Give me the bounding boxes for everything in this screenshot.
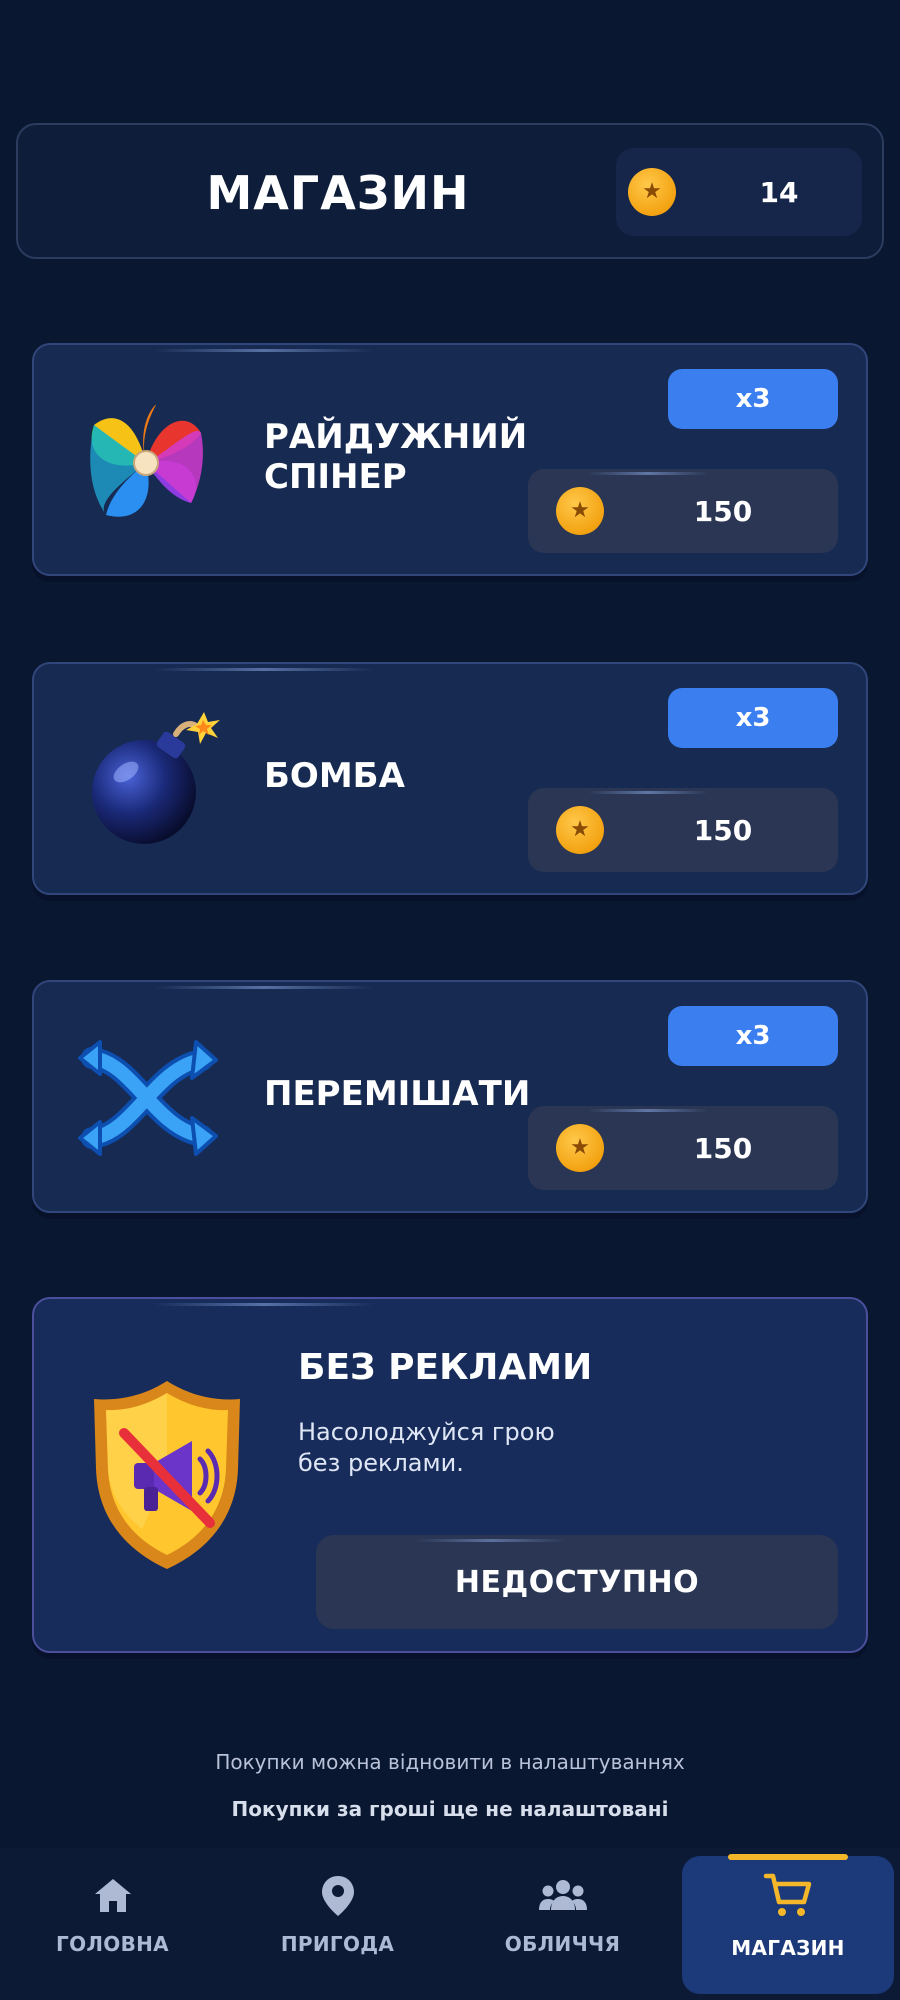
quantity-badge: x3 <box>668 688 838 748</box>
item-name: БОМБА <box>264 756 405 796</box>
coin-icon: ★ <box>556 487 604 535</box>
buy-button[interactable]: ★ 150 <box>528 469 838 553</box>
buy-button[interactable]: ★ 150 <box>528 1106 838 1190</box>
item-name: РАЙДУЖНИЙ СПІНЕР <box>264 417 528 497</box>
shop-item-shuffle: ПЕРЕМІШАТИ x3 ★ 150 <box>32 980 868 1213</box>
coin-icon: ★ <box>628 168 676 216</box>
coin-count: 14 <box>759 175 799 209</box>
quantity-badge: x3 <box>668 369 838 429</box>
home-icon <box>94 1879 131 1912</box>
buy-button[interactable]: ★ 150 <box>528 788 838 872</box>
item-name: ПЕРЕМІШАТИ <box>264 1074 531 1114</box>
restore-purchases-note: Покупки можна відновити в налаштуваннях <box>215 1750 685 1774</box>
unavailable-button[interactable]: НЕДОСТУПНО <box>316 1535 838 1629</box>
people-icon <box>538 1880 587 1910</box>
nav-item-faces[interactable]: ОБЛИЧЧЯ <box>450 1848 675 2000</box>
coin-icon: ★ <box>556 806 604 854</box>
page-title: МАГАЗИН <box>206 166 470 220</box>
active-tab-indicator <box>728 1854 848 1860</box>
shop-item-rainbow-spinner: РАЙДУЖНИЙ СПІНЕР x3 ★ 150 <box>32 343 868 576</box>
shop-header: МАГАЗИН ★ 14 <box>16 123 884 259</box>
nav-label: ГОЛОВНА <box>56 1932 169 1956</box>
purchases-not-configured-note: Покупки за гроші ще не налаштовані <box>231 1797 669 1821</box>
nav-item-shop[interactable]: МАГАЗИН <box>682 1856 894 1994</box>
nav-item-adventure[interactable]: ПРИГОДА <box>225 1848 450 2000</box>
coin-balance: ★ 14 <box>616 148 862 236</box>
nav-item-home[interactable]: ГОЛОВНА <box>0 1848 225 2000</box>
no-ads-title: БЕЗ РЕКЛАМИ <box>298 1347 593 1388</box>
quantity-badge: x3 <box>668 1006 838 1066</box>
cart-icon <box>763 1873 812 1916</box>
bomb-icon <box>92 712 220 844</box>
rainbow-spinner-icon <box>90 404 203 517</box>
price-label: 150 <box>693 494 753 528</box>
shop-item-bomb: БОМБА x3 ★ 150 <box>32 662 868 895</box>
shuffle-icon <box>78 1040 218 1156</box>
price-label: 150 <box>693 813 753 847</box>
nav-label: МАГАЗИН <box>731 1936 845 1960</box>
nav-label: ПРИГОДА <box>280 1932 395 1956</box>
unavailable-button-label: НЕДОСТУПНО <box>454 1564 700 1600</box>
nav-label: ОБЛИЧЧЯ <box>504 1932 621 1956</box>
no-ads-description: Насолоджуйся грою без реклами. <box>298 1418 555 1477</box>
bottom-navigation: ГОЛОВНА ПРИГОДА ОБЛИЧЧЯ МАГАЗИН <box>0 1848 900 2000</box>
map-pin-icon <box>321 1876 354 1916</box>
price-label: 150 <box>693 1131 753 1165</box>
coin-icon: ★ <box>556 1124 604 1172</box>
no-ads-card: БЕЗ РЕКЛАМИ Насолоджуйся грою без реклам… <box>32 1297 868 1653</box>
no-ads-shield-icon <box>94 1381 240 1569</box>
